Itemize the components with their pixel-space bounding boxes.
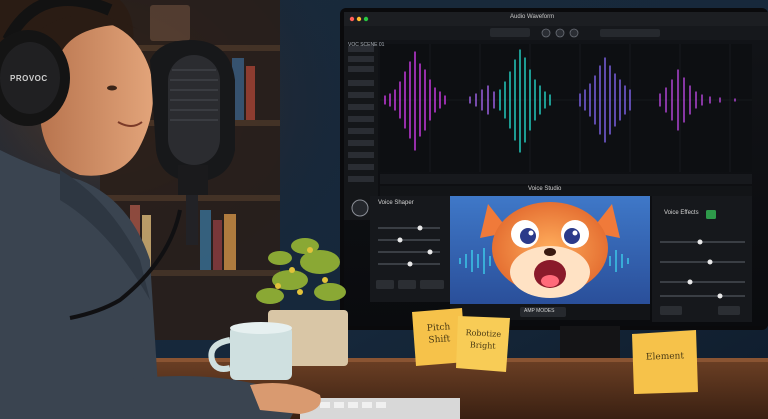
bottom-app-title: Voice Studio — [528, 186, 562, 192]
left-header: VOC SCENE 01 — [348, 42, 385, 48]
app-title: Audio Waveform — [510, 14, 555, 20]
right-panel-title: Voice Effects — [664, 210, 699, 216]
headphones-brand: PROVOC — [10, 74, 48, 83]
amp-modes-button[interactable]: AMP MODES — [524, 308, 554, 314]
left-panel-title: Voice Shaper — [378, 200, 414, 206]
sticky-note-robotize-bright: Robotize Bright — [457, 327, 508, 354]
sticky-note-pitch-shift: Pitch Shift — [415, 320, 463, 347]
podcast-studio-scene: PROVOC Audio Waveform VOC SCENE 01 Voice… — [0, 0, 768, 419]
